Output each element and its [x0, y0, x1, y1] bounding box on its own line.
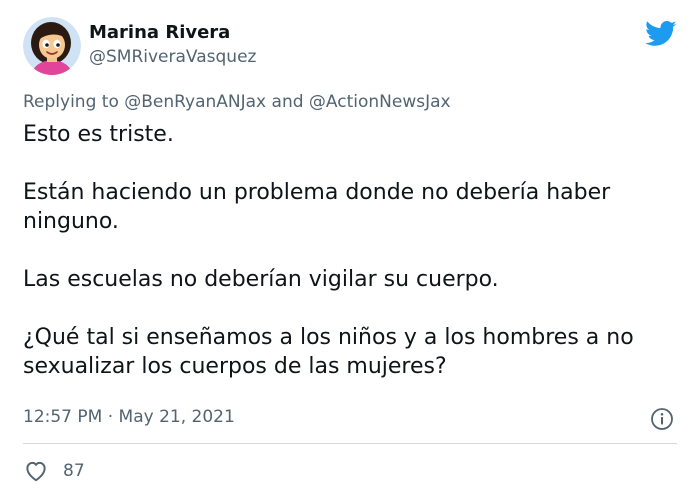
twitter-bird-icon[interactable] [645, 20, 677, 48]
info-icon[interactable] [650, 407, 674, 431]
reply-joiner: and [271, 92, 304, 112]
reply-context: Replying to @BenRyanANJax and @ActionNew… [23, 92, 451, 112]
like-button[interactable]: 87 [23, 458, 85, 484]
tweet-text: Esto es triste. Están haciendo un proble… [23, 120, 673, 410]
mention-link[interactable]: @BenRyanANJax [124, 92, 266, 112]
author-handle[interactable]: @SMRiveraVasquez [89, 47, 256, 67]
tweet-paragraph: Las escuelas no deberían vigilar su cuer… [23, 267, 499, 292]
tweet-card: Marina Rivera @SMRiveraVasquez Replying … [0, 0, 700, 500]
mention-link[interactable]: @ActionNewsJax [309, 92, 451, 112]
avatar[interactable] [23, 17, 81, 75]
like-count: 87 [63, 461, 85, 481]
divider [23, 443, 677, 444]
tweet-paragraph: Están haciendo un problema donde no debe… [23, 180, 611, 234]
author-display-name[interactable]: Marina Rivera [89, 22, 230, 43]
tweet-timestamp[interactable]: 12:57 PM · May 21, 2021 [23, 407, 235, 427]
reply-prefix: Replying to [23, 92, 119, 112]
heart-icon[interactable] [23, 458, 49, 484]
tweet-paragraph: Esto es triste. [23, 122, 174, 147]
tweet-paragraph: ¿Qué tal si enseñamos a los niños y a lo… [23, 325, 634, 379]
